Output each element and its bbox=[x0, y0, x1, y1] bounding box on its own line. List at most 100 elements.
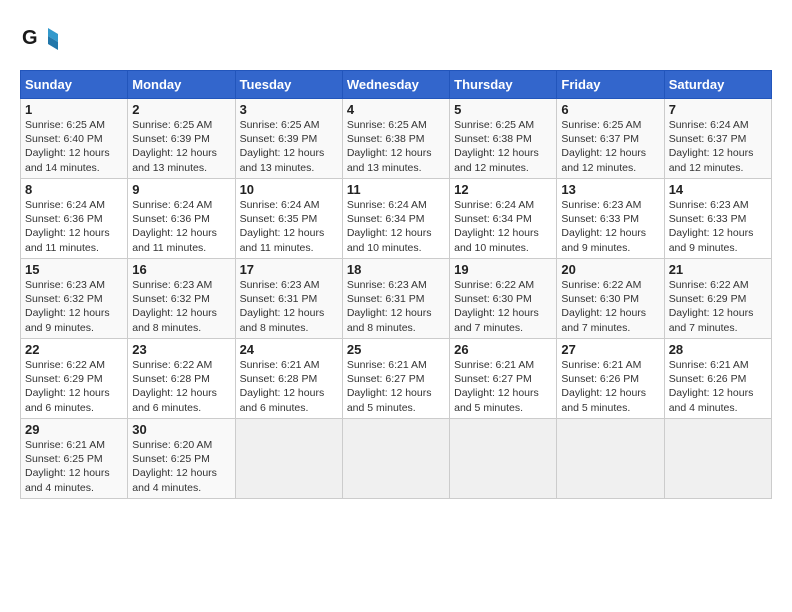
day-info: Sunrise: 6:25 AM Sunset: 6:38 PM Dayligh… bbox=[347, 118, 445, 175]
calendar-cell: 5Sunrise: 6:25 AM Sunset: 6:38 PM Daylig… bbox=[450, 99, 557, 179]
logo-icon: G bbox=[20, 20, 60, 60]
day-number: 23 bbox=[132, 342, 230, 357]
calendar-cell: 28Sunrise: 6:21 AM Sunset: 6:26 PM Dayli… bbox=[664, 339, 771, 419]
calendar-cell: 11Sunrise: 6:24 AM Sunset: 6:34 PM Dayli… bbox=[342, 179, 449, 259]
calendar-cell: 18Sunrise: 6:23 AM Sunset: 6:31 PM Dayli… bbox=[342, 259, 449, 339]
calendar-cell: 19Sunrise: 6:22 AM Sunset: 6:30 PM Dayli… bbox=[450, 259, 557, 339]
day-number: 9 bbox=[132, 182, 230, 197]
day-number: 10 bbox=[240, 182, 338, 197]
day-info: Sunrise: 6:21 AM Sunset: 6:26 PM Dayligh… bbox=[669, 358, 767, 415]
calendar-cell: 1Sunrise: 6:25 AM Sunset: 6:40 PM Daylig… bbox=[21, 99, 128, 179]
weekday-header-friday: Friday bbox=[557, 71, 664, 99]
calendar-cell bbox=[342, 419, 449, 499]
calendar-cell: 12Sunrise: 6:24 AM Sunset: 6:34 PM Dayli… bbox=[450, 179, 557, 259]
calendar-cell: 27Sunrise: 6:21 AM Sunset: 6:26 PM Dayli… bbox=[557, 339, 664, 419]
day-number: 19 bbox=[454, 262, 552, 277]
day-info: Sunrise: 6:23 AM Sunset: 6:32 PM Dayligh… bbox=[25, 278, 123, 335]
calendar-cell: 17Sunrise: 6:23 AM Sunset: 6:31 PM Dayli… bbox=[235, 259, 342, 339]
day-info: Sunrise: 6:22 AM Sunset: 6:30 PM Dayligh… bbox=[454, 278, 552, 335]
day-info: Sunrise: 6:22 AM Sunset: 6:29 PM Dayligh… bbox=[25, 358, 123, 415]
calendar-cell: 13Sunrise: 6:23 AM Sunset: 6:33 PM Dayli… bbox=[557, 179, 664, 259]
calendar-cell: 4Sunrise: 6:25 AM Sunset: 6:38 PM Daylig… bbox=[342, 99, 449, 179]
day-number: 20 bbox=[561, 262, 659, 277]
day-number: 3 bbox=[240, 102, 338, 117]
day-number: 25 bbox=[347, 342, 445, 357]
day-info: Sunrise: 6:24 AM Sunset: 6:35 PM Dayligh… bbox=[240, 198, 338, 255]
calendar-week-5: 29Sunrise: 6:21 AM Sunset: 6:25 PM Dayli… bbox=[21, 419, 772, 499]
day-info: Sunrise: 6:21 AM Sunset: 6:25 PM Dayligh… bbox=[25, 438, 123, 495]
day-number: 17 bbox=[240, 262, 338, 277]
day-info: Sunrise: 6:23 AM Sunset: 6:31 PM Dayligh… bbox=[347, 278, 445, 335]
day-number: 11 bbox=[347, 182, 445, 197]
day-number: 29 bbox=[25, 422, 123, 437]
calendar-cell: 14Sunrise: 6:23 AM Sunset: 6:33 PM Dayli… bbox=[664, 179, 771, 259]
calendar-week-1: 1Sunrise: 6:25 AM Sunset: 6:40 PM Daylig… bbox=[21, 99, 772, 179]
weekday-header-saturday: Saturday bbox=[664, 71, 771, 99]
day-info: Sunrise: 6:25 AM Sunset: 6:40 PM Dayligh… bbox=[25, 118, 123, 175]
day-number: 5 bbox=[454, 102, 552, 117]
day-number: 6 bbox=[561, 102, 659, 117]
day-info: Sunrise: 6:23 AM Sunset: 6:33 PM Dayligh… bbox=[669, 198, 767, 255]
day-number: 1 bbox=[25, 102, 123, 117]
weekday-row: SundayMondayTuesdayWednesdayThursdayFrid… bbox=[21, 71, 772, 99]
day-number: 4 bbox=[347, 102, 445, 117]
day-info: Sunrise: 6:23 AM Sunset: 6:32 PM Dayligh… bbox=[132, 278, 230, 335]
calendar-cell: 7Sunrise: 6:24 AM Sunset: 6:37 PM Daylig… bbox=[664, 99, 771, 179]
weekday-header-tuesday: Tuesday bbox=[235, 71, 342, 99]
day-number: 2 bbox=[132, 102, 230, 117]
calendar-body: 1Sunrise: 6:25 AM Sunset: 6:40 PM Daylig… bbox=[21, 99, 772, 499]
calendar-cell: 16Sunrise: 6:23 AM Sunset: 6:32 PM Dayli… bbox=[128, 259, 235, 339]
calendar-cell: 22Sunrise: 6:22 AM Sunset: 6:29 PM Dayli… bbox=[21, 339, 128, 419]
calendar-cell: 29Sunrise: 6:21 AM Sunset: 6:25 PM Dayli… bbox=[21, 419, 128, 499]
calendar-cell bbox=[664, 419, 771, 499]
day-number: 18 bbox=[347, 262, 445, 277]
day-info: Sunrise: 6:24 AM Sunset: 6:37 PM Dayligh… bbox=[669, 118, 767, 175]
calendar-cell: 15Sunrise: 6:23 AM Sunset: 6:32 PM Dayli… bbox=[21, 259, 128, 339]
calendar-cell: 21Sunrise: 6:22 AM Sunset: 6:29 PM Dayli… bbox=[664, 259, 771, 339]
day-info: Sunrise: 6:24 AM Sunset: 6:34 PM Dayligh… bbox=[347, 198, 445, 255]
calendar-cell: 2Sunrise: 6:25 AM Sunset: 6:39 PM Daylig… bbox=[128, 99, 235, 179]
weekday-header-monday: Monday bbox=[128, 71, 235, 99]
day-number: 28 bbox=[669, 342, 767, 357]
day-number: 26 bbox=[454, 342, 552, 357]
calendar-cell: 23Sunrise: 6:22 AM Sunset: 6:28 PM Dayli… bbox=[128, 339, 235, 419]
logo: G bbox=[20, 20, 64, 60]
calendar-cell bbox=[235, 419, 342, 499]
calendar-cell: 20Sunrise: 6:22 AM Sunset: 6:30 PM Dayli… bbox=[557, 259, 664, 339]
calendar-cell: 8Sunrise: 6:24 AM Sunset: 6:36 PM Daylig… bbox=[21, 179, 128, 259]
calendar-week-4: 22Sunrise: 6:22 AM Sunset: 6:29 PM Dayli… bbox=[21, 339, 772, 419]
day-info: Sunrise: 6:20 AM Sunset: 6:25 PM Dayligh… bbox=[132, 438, 230, 495]
calendar-week-3: 15Sunrise: 6:23 AM Sunset: 6:32 PM Dayli… bbox=[21, 259, 772, 339]
day-info: Sunrise: 6:25 AM Sunset: 6:38 PM Dayligh… bbox=[454, 118, 552, 175]
day-info: Sunrise: 6:25 AM Sunset: 6:37 PM Dayligh… bbox=[561, 118, 659, 175]
weekday-header-thursday: Thursday bbox=[450, 71, 557, 99]
svg-text:G: G bbox=[22, 27, 38, 49]
page-header: G bbox=[20, 20, 772, 60]
day-info: Sunrise: 6:21 AM Sunset: 6:26 PM Dayligh… bbox=[561, 358, 659, 415]
day-info: Sunrise: 6:25 AM Sunset: 6:39 PM Dayligh… bbox=[240, 118, 338, 175]
day-number: 13 bbox=[561, 182, 659, 197]
day-info: Sunrise: 6:22 AM Sunset: 6:28 PM Dayligh… bbox=[132, 358, 230, 415]
day-number: 27 bbox=[561, 342, 659, 357]
day-number: 21 bbox=[669, 262, 767, 277]
calendar-cell bbox=[557, 419, 664, 499]
calendar-cell: 26Sunrise: 6:21 AM Sunset: 6:27 PM Dayli… bbox=[450, 339, 557, 419]
day-info: Sunrise: 6:25 AM Sunset: 6:39 PM Dayligh… bbox=[132, 118, 230, 175]
calendar-cell bbox=[450, 419, 557, 499]
day-info: Sunrise: 6:21 AM Sunset: 6:28 PM Dayligh… bbox=[240, 358, 338, 415]
weekday-header-wednesday: Wednesday bbox=[342, 71, 449, 99]
day-info: Sunrise: 6:23 AM Sunset: 6:31 PM Dayligh… bbox=[240, 278, 338, 335]
day-info: Sunrise: 6:24 AM Sunset: 6:36 PM Dayligh… bbox=[25, 198, 123, 255]
day-number: 8 bbox=[25, 182, 123, 197]
day-info: Sunrise: 6:22 AM Sunset: 6:29 PM Dayligh… bbox=[669, 278, 767, 335]
day-number: 24 bbox=[240, 342, 338, 357]
weekday-header-sunday: Sunday bbox=[21, 71, 128, 99]
day-number: 15 bbox=[25, 262, 123, 277]
calendar-cell: 24Sunrise: 6:21 AM Sunset: 6:28 PM Dayli… bbox=[235, 339, 342, 419]
day-info: Sunrise: 6:22 AM Sunset: 6:30 PM Dayligh… bbox=[561, 278, 659, 335]
calendar-week-2: 8Sunrise: 6:24 AM Sunset: 6:36 PM Daylig… bbox=[21, 179, 772, 259]
day-number: 16 bbox=[132, 262, 230, 277]
day-number: 30 bbox=[132, 422, 230, 437]
day-number: 22 bbox=[25, 342, 123, 357]
calendar-cell: 30Sunrise: 6:20 AM Sunset: 6:25 PM Dayli… bbox=[128, 419, 235, 499]
